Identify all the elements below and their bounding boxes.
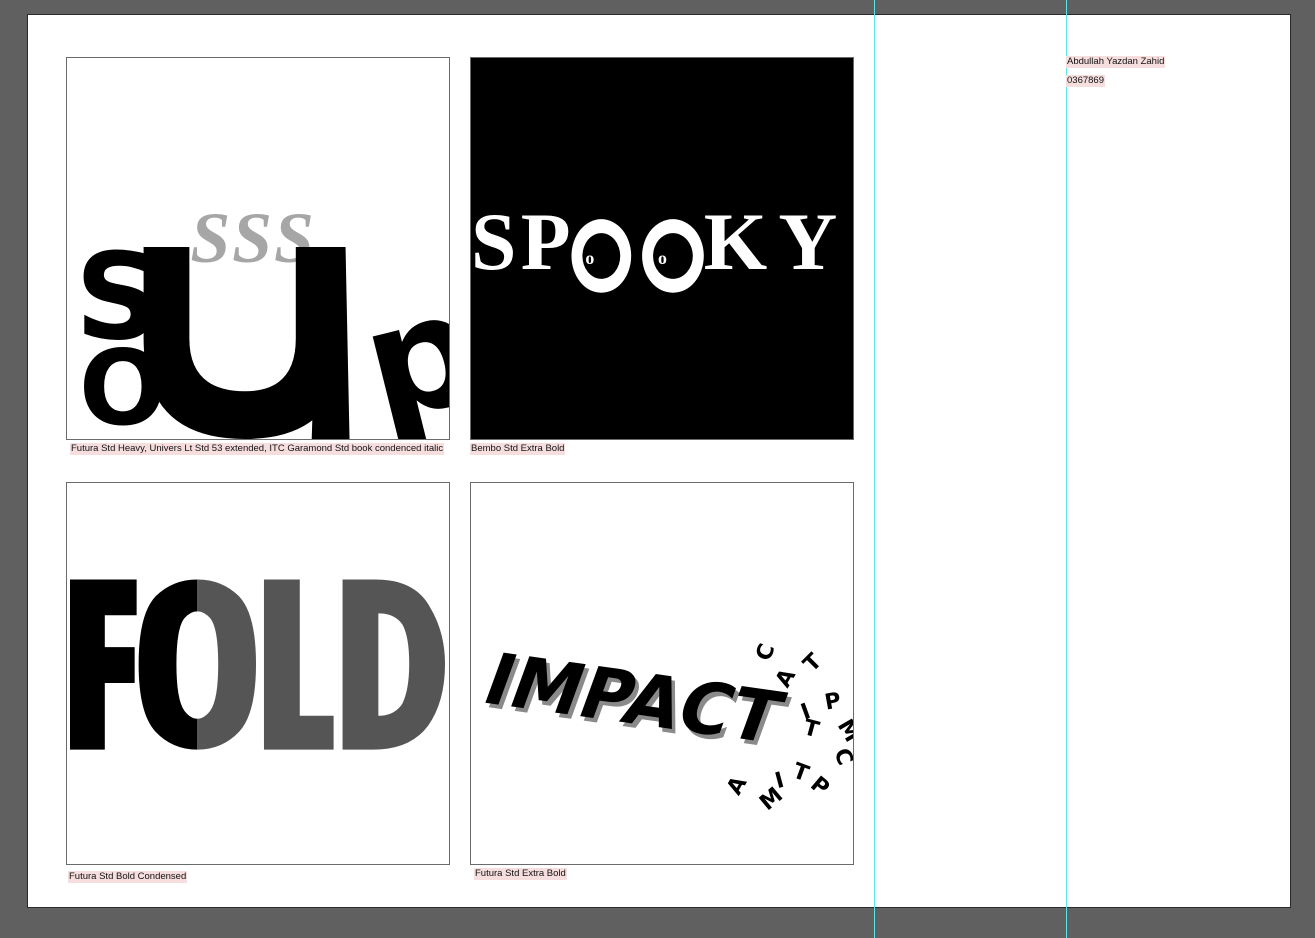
impact-scatter-letter: P [823, 688, 843, 715]
impact-artwork-frame[interactable]: IMPACT IMPACT CATIPTMCPTIMA [470, 482, 854, 865]
spooky-letter-p: P [521, 196, 571, 287]
spooky-artwork: S P o o K Y [471, 58, 853, 439]
soup-artwork-frame[interactable]: SSS S O p [66, 57, 450, 440]
impact-scatter-letter: T [789, 759, 812, 788]
impact-scatter-letter: C [828, 745, 853, 769]
soup-letter-l-stem [311, 247, 350, 439]
spooky-letter-s: S [471, 196, 516, 287]
spooky-caption[interactable]: Bembo Std Extra Bold [470, 443, 566, 455]
impact-scatter-letter: T [799, 649, 827, 677]
fold-artwork [69, 579, 446, 750]
soup-letter-p: p [346, 255, 449, 439]
fold-letter-o-right [197, 579, 257, 750]
author-name[interactable]: Abdullah Yazdan Zahid [1066, 56, 1166, 68]
spooky-letter-k: K [704, 196, 767, 287]
fold-letter-d [342, 579, 446, 750]
impact-scatter-letter: M [832, 715, 853, 746]
impact-artwork: IMPACT IMPACT CATI PT MCPTIMA [473, 639, 853, 816]
guide-line-1[interactable] [874, 0, 875, 938]
spooky-letter-y: Y [778, 196, 837, 287]
impact-scatter-letter: A [722, 772, 752, 799]
spooky-artwork-frame[interactable]: S P o o K Y [470, 57, 854, 440]
impact-scatter-letter: P [805, 772, 833, 801]
impact-caption[interactable]: Futura Std Extra Bold [474, 868, 567, 880]
student-id[interactable]: 0367869 [1066, 75, 1105, 87]
guide-line-2[interactable] [1066, 0, 1067, 938]
impact-scatter-letter: C [752, 640, 781, 664]
fold-letter-o-left [138, 579, 198, 750]
fold-letter-f [69, 579, 137, 750]
spooky-pupil-right: o [658, 248, 667, 268]
fold-letter-l [263, 579, 334, 750]
fold-artwork-frame[interactable] [66, 482, 450, 865]
soup-caption[interactable]: Futura Std Heavy, Univers Lt Std 53 exte… [70, 443, 445, 455]
spooky-pupil-left: o [585, 248, 594, 268]
fold-caption[interactable]: Futura Std Bold Condensed [68, 871, 188, 883]
soup-artwork: SSS S O p [75, 199, 449, 439]
